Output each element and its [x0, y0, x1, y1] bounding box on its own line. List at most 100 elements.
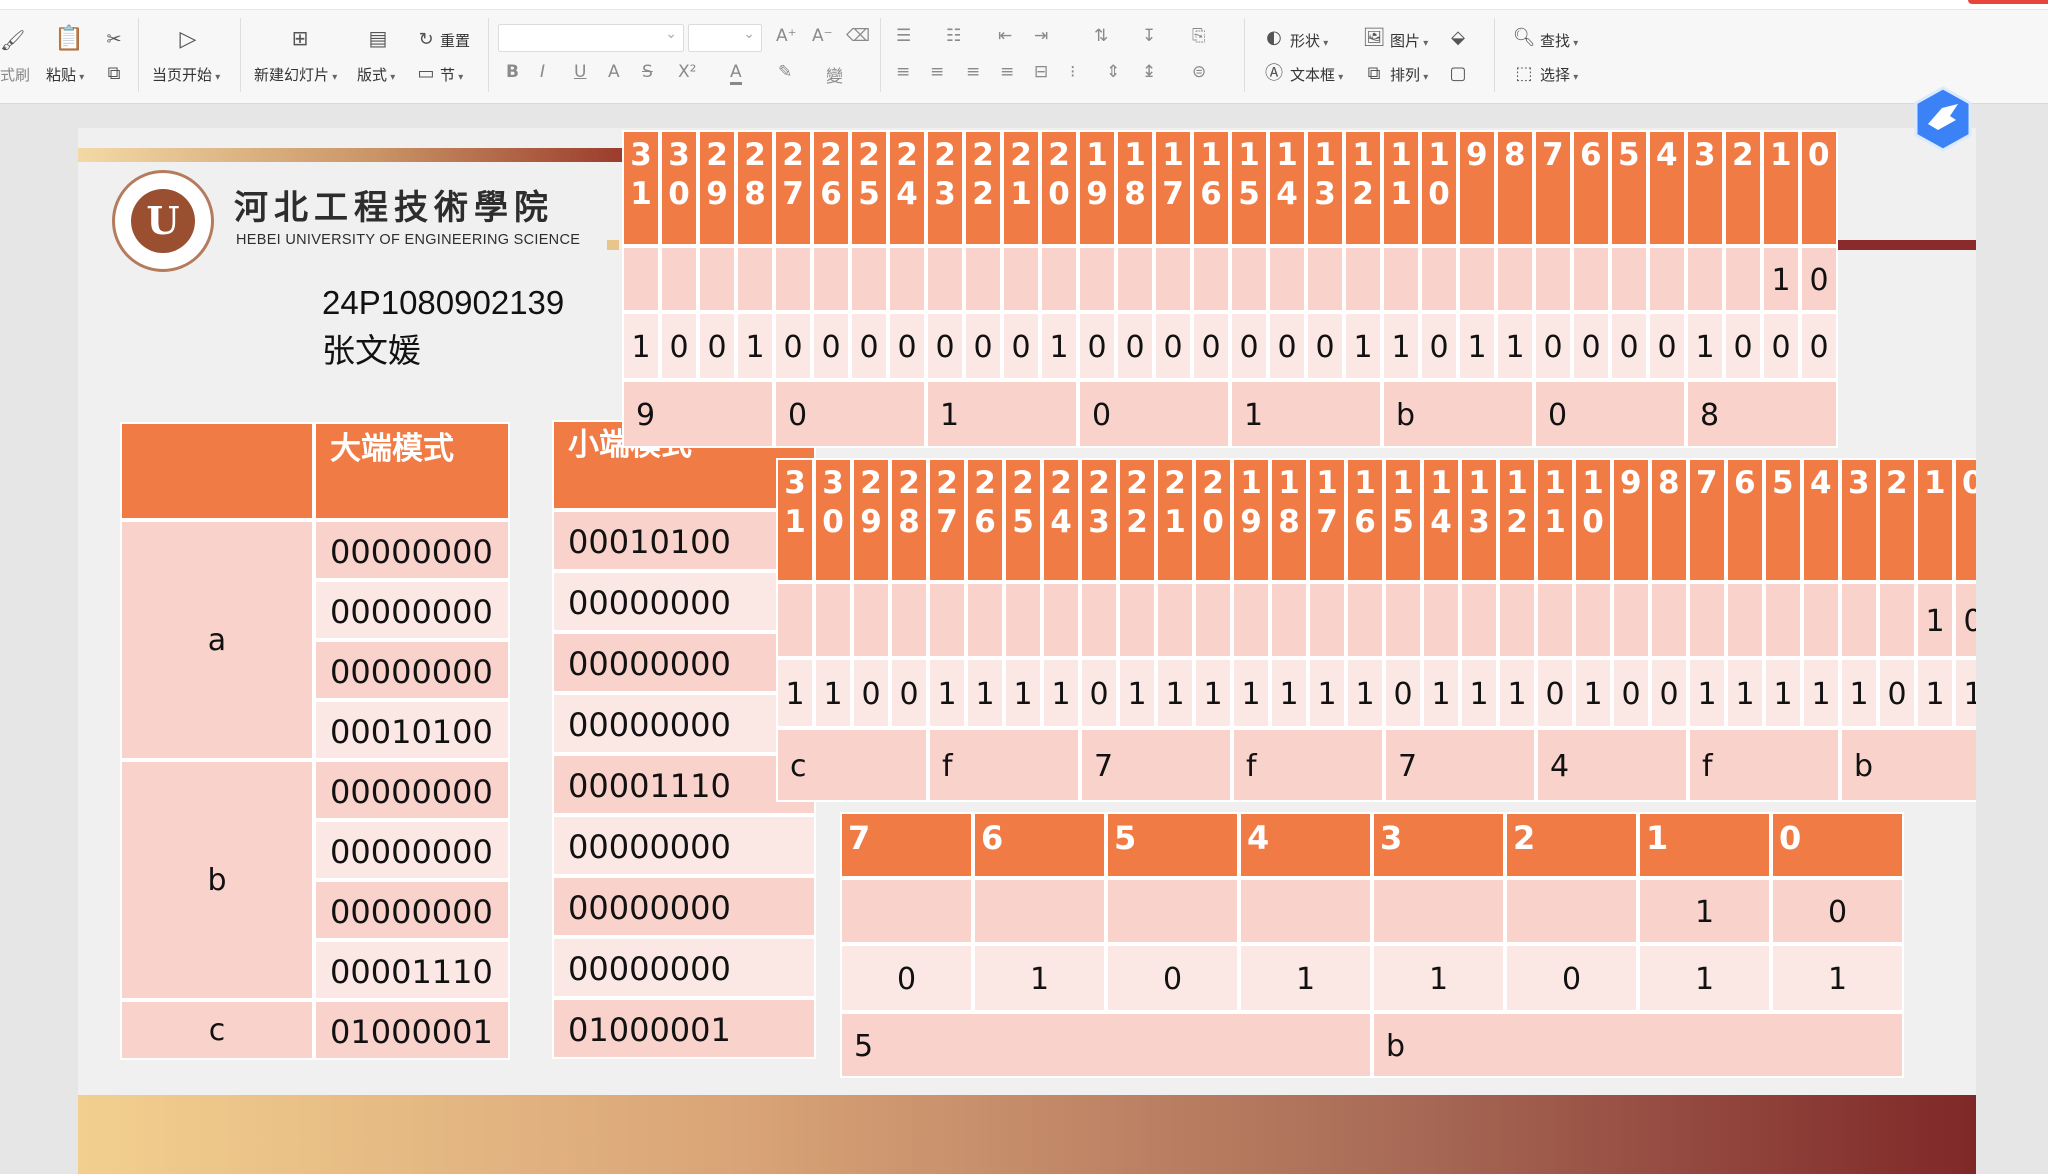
numbering-icon[interactable]: ☷: [946, 26, 961, 46]
align-center-icon[interactable]: ≡: [930, 62, 944, 82]
big-endian-byte-cell[interactable]: 00001110: [314, 940, 510, 1000]
bit-marker-cell[interactable]: [1268, 246, 1306, 312]
bit-value-cell[interactable]: 1: [776, 658, 814, 728]
bit-value-cell[interactable]: 0: [1384, 658, 1422, 728]
bit-marker-cell[interactable]: [1230, 246, 1268, 312]
bit-value-cell[interactable]: 0: [1230, 312, 1268, 380]
bit-index-header[interactable]: 2 8: [736, 130, 774, 246]
bit-marker-cell[interactable]: [973, 878, 1106, 944]
big-endian-byte-cell[interactable]: 00000000: [314, 640, 510, 700]
bit-index-header[interactable]: 1 1: [1382, 130, 1420, 246]
shrink-font-icon[interactable]: A⁻: [812, 26, 833, 46]
outline-icon[interactable]: ▢: [1446, 62, 1470, 86]
bit-marker-cell[interactable]: [850, 246, 888, 312]
bit-value-cell[interactable]: 0: [1420, 312, 1458, 380]
hex-digit-cell[interactable]: f: [1688, 728, 1840, 802]
cut-icon[interactable]: ✂: [102, 28, 126, 52]
start-from-current-button[interactable]: 当页开始: [152, 64, 220, 85]
bit-marker-cell[interactable]: [852, 582, 890, 658]
bit-index-header[interactable]: 2 8: [890, 458, 928, 582]
bit-index-header[interactable]: 1 4: [1268, 130, 1306, 246]
bit-marker-cell[interactable]: [774, 246, 812, 312]
font-family-select[interactable]: [498, 24, 684, 52]
hex-digit-cell[interactable]: c: [776, 728, 928, 802]
bit-value-cell[interactable]: 0: [852, 658, 890, 728]
picture-icon[interactable]: 🖼: [1362, 26, 1386, 50]
bit-marker-cell[interactable]: [1382, 246, 1420, 312]
bit-index-header[interactable]: 3 0: [814, 458, 852, 582]
bit-index-header[interactable]: 8: [1496, 130, 1534, 246]
bit-marker-cell[interactable]: [1239, 878, 1372, 944]
bit-index-header[interactable]: 9: [1458, 130, 1496, 246]
bit-index-header[interactable]: 1 2: [1498, 458, 1536, 582]
clear-format-icon[interactable]: ⌫: [846, 26, 870, 46]
bit-value-cell[interactable]: 0: [1610, 312, 1648, 380]
find-button[interactable]: 查找: [1540, 30, 1578, 51]
bit-value-cell[interactable]: 1: [1954, 658, 1976, 728]
bit-marker-cell[interactable]: [1574, 582, 1612, 658]
convert-icon[interactable]: ⎘: [1192, 26, 1206, 46]
bit-index-header[interactable]: 2 6: [812, 130, 850, 246]
bit-value-cell[interactable]: 1: [1458, 312, 1496, 380]
bit-marker-cell[interactable]: [888, 246, 926, 312]
bit-marker-cell[interactable]: [1156, 582, 1194, 658]
columns-icon[interactable]: ⁝: [1070, 62, 1075, 82]
bit-value-cell[interactable]: 0: [1800, 312, 1838, 380]
bit-value-cell[interactable]: 1: [1382, 312, 1420, 380]
big-endian-byte-cell[interactable]: 00000000: [314, 760, 510, 820]
bit-index-header[interactable]: 1 5: [1384, 458, 1422, 582]
bit-index-header[interactable]: 1 8: [1116, 130, 1154, 246]
bit-index-header[interactable]: 2: [1724, 130, 1762, 246]
arrange-button[interactable]: 排列: [1390, 64, 1428, 85]
bit-marker-cell[interactable]: [1726, 582, 1764, 658]
bit-marker-cell[interactable]: [1306, 246, 1344, 312]
bit-index-header[interactable]: 4: [1648, 130, 1686, 246]
search-icon[interactable]: 🔍︎: [1512, 26, 1536, 50]
paragraph-spacing-icon[interactable]: ↨: [1142, 62, 1156, 82]
bit-marker-cell[interactable]: [1688, 582, 1726, 658]
bit-marker-cell[interactable]: [1192, 246, 1230, 312]
paste-button[interactable]: 粘贴: [46, 64, 84, 85]
bit-value-cell[interactable]: 0: [812, 312, 850, 380]
shadow-button[interactable]: A: [608, 62, 620, 82]
bit-value-cell[interactable]: 1: [1688, 658, 1726, 728]
bit-index-header[interactable]: 1 5: [1230, 130, 1268, 246]
section-icon[interactable]: ▭: [414, 62, 438, 86]
bit-value-cell[interactable]: 1: [1270, 658, 1308, 728]
bit-value-cell[interactable]: 1: [1040, 312, 1078, 380]
bit-value-cell[interactable]: 1: [1840, 658, 1878, 728]
bit-index-header[interactable]: 3 1: [622, 130, 660, 246]
bit-marker-cell[interactable]: [622, 246, 660, 312]
bit-index-header[interactable]: 2 4: [888, 130, 926, 246]
bit-value-cell[interactable]: 1: [622, 312, 660, 380]
font-size-select[interactable]: [688, 24, 762, 52]
reset-icon[interactable]: ↻: [414, 28, 438, 52]
bit-index-header[interactable]: 5: [1106, 812, 1239, 878]
bit-marker-cell[interactable]: [660, 246, 698, 312]
bit-marker-cell[interactable]: [1496, 246, 1534, 312]
bit-marker-cell[interactable]: [1650, 582, 1688, 658]
bit-marker-cell[interactable]: [1724, 246, 1762, 312]
bit-index-header[interactable]: 6: [973, 812, 1106, 878]
bit-value-cell[interactable]: 1: [1344, 312, 1382, 380]
bit-index-header[interactable]: 7: [840, 812, 973, 878]
hex-digit-cell[interactable]: 0: [1078, 380, 1230, 448]
strikethrough-button[interactable]: S: [642, 62, 653, 82]
bit-value-cell[interactable]: 1: [814, 658, 852, 728]
bit-marker-cell[interactable]: [1612, 582, 1650, 658]
italic-button[interactable]: I: [540, 62, 545, 82]
bit-index-header[interactable]: 5: [1610, 130, 1648, 246]
big-endian-group-label[interactable]: c: [120, 1000, 314, 1060]
bit-marker-cell[interactable]: [736, 246, 774, 312]
bit-index-header[interactable]: 9: [1612, 458, 1650, 582]
bit-marker-cell[interactable]: [1648, 246, 1686, 312]
bit-index-header[interactable]: 1 4: [1422, 458, 1460, 582]
bit-index-header[interactable]: 1 7: [1308, 458, 1346, 582]
bit-index-header[interactable]: 1: [1916, 458, 1954, 582]
bit-index-header[interactable]: 2 5: [850, 130, 888, 246]
hex-digit-cell[interactable]: f: [1232, 728, 1384, 802]
bit-marker-cell[interactable]: [1420, 246, 1458, 312]
bit-value-cell[interactable]: 1: [1638, 944, 1771, 1012]
bit-index-header[interactable]: 1 9: [1232, 458, 1270, 582]
bit-index-header[interactable]: 7: [1688, 458, 1726, 582]
